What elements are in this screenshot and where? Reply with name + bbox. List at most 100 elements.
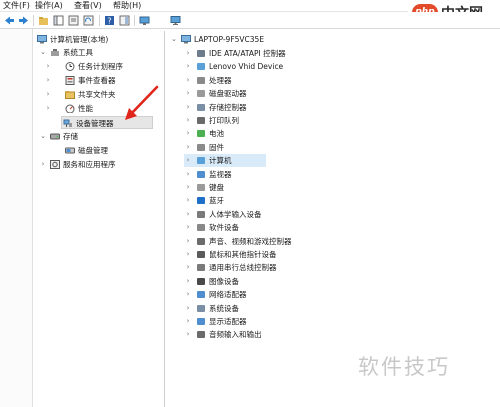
chevron-right-icon[interactable]: ›	[184, 194, 192, 207]
storage-icon	[50, 133, 60, 140]
device-category-item[interactable]: › 计算机	[184, 154, 266, 168]
tree-item-services-apps[interactable]: › 服务和应用程序	[35, 158, 163, 171]
chevron-right-icon[interactable]: ›	[44, 88, 52, 101]
chevron-right-icon[interactable]: ›	[184, 141, 192, 154]
chevron-down-icon[interactable]: ⌄	[39, 130, 47, 143]
device-category-item[interactable]: › 磁盘驱动器	[184, 87, 484, 100]
firmware-icon	[197, 143, 205, 151]
action-pane-icon[interactable]	[119, 15, 130, 26]
tree-item-system-tools[interactable]: ⌄ 系统工具	[35, 46, 163, 59]
help-icon[interactable]: ?	[104, 15, 115, 26]
back-icon[interactable]	[4, 15, 15, 26]
tree-item-label: 任务计划程序	[78, 62, 123, 71]
refresh-icon[interactable]	[83, 15, 94, 26]
chevron-right-icon[interactable]: ›	[184, 168, 192, 181]
ide-controller-icon	[197, 50, 205, 57]
chevron-right-icon[interactable]: ›	[184, 47, 192, 60]
chevron-right-icon[interactable]: ›	[184, 154, 192, 167]
device-category-item[interactable]: › 打印队列	[184, 114, 484, 127]
menu-view[interactable]: 查看(V)	[71, 1, 105, 11]
battery-icon	[197, 130, 205, 138]
device-category-label: 键盘	[209, 183, 224, 192]
device-category-item[interactable]: › 固件	[184, 141, 484, 154]
storage-controller-icon	[197, 103, 205, 111]
device-category-item[interactable]: › 显示适配器	[184, 315, 484, 328]
services-icon	[50, 160, 60, 169]
chevron-right-icon[interactable]: ›	[44, 60, 52, 73]
device-category-item[interactable]: › 蓝牙	[184, 194, 484, 207]
device-category-item[interactable]: › 声音、视频和游戏控制器	[184, 235, 484, 248]
chevron-right-icon[interactable]: ›	[184, 315, 192, 328]
chevron-down-icon[interactable]: ⌄	[39, 46, 47, 59]
chevron-right-icon[interactable]: ›	[184, 114, 192, 127]
show-tree-icon[interactable]	[53, 15, 64, 26]
device-category-item[interactable]: › 图像设备	[184, 275, 484, 288]
tree-item-task-scheduler[interactable]: › 任务计划程序	[35, 60, 163, 73]
folder-up-icon[interactable]	[38, 15, 49, 26]
chevron-right-icon[interactable]: ›	[184, 127, 192, 140]
mouse-icon	[197, 251, 205, 258]
network-adapter-icon	[197, 291, 205, 299]
monitor-icon	[197, 170, 205, 178]
chevron-right-icon[interactable]: ›	[184, 87, 192, 100]
chevron-right-icon[interactable]: ›	[184, 101, 192, 114]
properties-icon[interactable]	[68, 15, 79, 26]
forward-icon[interactable]	[18, 15, 29, 26]
menu-action[interactable]: 操作(A)	[32, 1, 66, 11]
chevron-right-icon[interactable]: ›	[184, 288, 192, 301]
device-category-label: 监视器	[209, 169, 232, 179]
processor-icon	[197, 76, 205, 84]
chevron-right-icon[interactable]: ›	[184, 328, 192, 341]
human-interface-icon	[197, 210, 205, 218]
device-category-item[interactable]: › 人体学输入设备	[184, 208, 484, 221]
toolbar-separator	[99, 15, 100, 26]
monitor-icon[interactable]	[170, 15, 181, 26]
menu-help[interactable]: 帮助(H)	[110, 1, 144, 11]
tree-item-label: 计算机管理(本地)	[50, 35, 109, 44]
device-category-item[interactable]: › 存储控制器	[184, 101, 484, 114]
tree-item-label: 磁盘管理	[78, 146, 108, 155]
device-category-label: 声音、视频和游戏控制器	[209, 236, 292, 246]
device-category-item[interactable]: › 处理器	[184, 74, 484, 87]
chevron-right-icon[interactable]: ›	[184, 261, 192, 274]
tree-item-disk-management[interactable]: 磁盘管理	[35, 144, 163, 157]
chevron-right-icon[interactable]: ›	[184, 74, 192, 87]
device-category-item[interactable]: › 电池	[184, 127, 484, 140]
chevron-right-icon[interactable]: ›	[184, 275, 192, 288]
device-category-item[interactable]: › 鼠标和其他指针设备	[184, 248, 484, 261]
chevron-right-icon[interactable]: ›	[184, 235, 192, 248]
device-category-item[interactable]: › 通用串行总线控制器	[184, 261, 484, 274]
device-category-item[interactable]: › 监视器	[184, 168, 484, 181]
disk-management-icon	[65, 147, 75, 154]
chevron-right-icon[interactable]: ›	[184, 302, 192, 315]
device-category-label: 通用串行总线控制器	[209, 263, 277, 273]
device-category-item[interactable]: › 软件设备	[184, 221, 484, 234]
chevron-right-icon[interactable]: ›	[184, 221, 192, 234]
chevron-right-icon[interactable]: ›	[44, 74, 52, 87]
chevron-right-icon[interactable]: ›	[184, 60, 192, 73]
device-category-item[interactable]: › 系统设备	[184, 302, 484, 315]
device-category-item[interactable]: › 音频输入和输出	[184, 328, 484, 341]
chevron-down-icon[interactable]: ⌄	[170, 33, 178, 46]
bluetooth-icon	[197, 197, 205, 205]
device-category-item[interactable]: › 键盘	[184, 181, 484, 194]
chevron-right-icon[interactable]: ›	[44, 102, 52, 115]
chevron-right-icon[interactable]: ›	[184, 181, 192, 194]
scan-hardware-icon[interactable]	[139, 15, 150, 26]
tree-item-computer-management[interactable]: 计算机管理(本地)	[35, 33, 163, 46]
device-root[interactable]: ⌄ LAPTOP-9F5VC35E	[170, 33, 490, 46]
device-category-item[interactable]: › 网络适配器	[184, 288, 484, 301]
computer-management-icon	[37, 35, 47, 44]
device-category-label: 图像设备	[209, 276, 239, 286]
tree-item-storage[interactable]: ⌄ 存储	[35, 130, 163, 143]
chevron-right-icon[interactable]: ›	[184, 248, 192, 261]
device-category-item[interactable]: › IDE ATA/ATAPI 控制器	[184, 47, 484, 60]
chevron-right-icon[interactable]: ›	[39, 158, 47, 171]
menu-file[interactable]: 文件(F)	[0, 1, 33, 11]
chevron-right-icon[interactable]: ›	[184, 208, 192, 221]
device-category-item[interactable]: › Lenovo Vhid Device	[184, 60, 484, 73]
sound-icon	[197, 237, 205, 245]
tools-icon	[51, 49, 59, 56]
svg-text:?: ?	[107, 17, 111, 26]
clock-icon	[65, 62, 75, 71]
